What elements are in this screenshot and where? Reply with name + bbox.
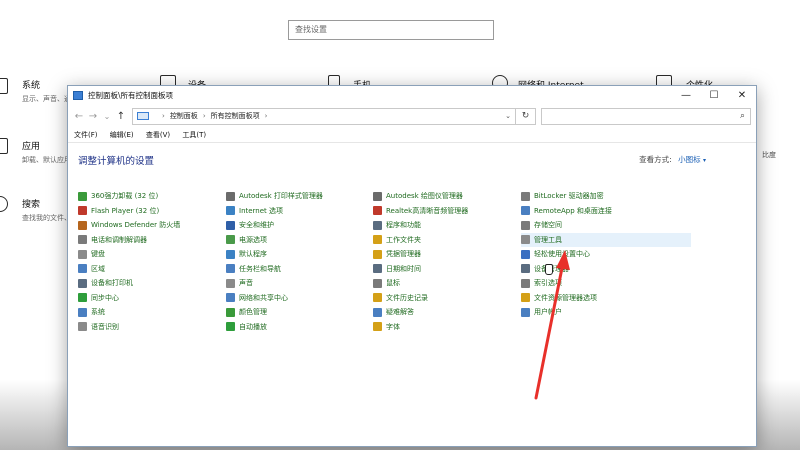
annotation-arrow [534,250,570,400]
annotation-arrow-shaft [534,261,565,400]
annotation-arrow-head [556,250,570,270]
hand-cursor-icon [545,264,553,275]
